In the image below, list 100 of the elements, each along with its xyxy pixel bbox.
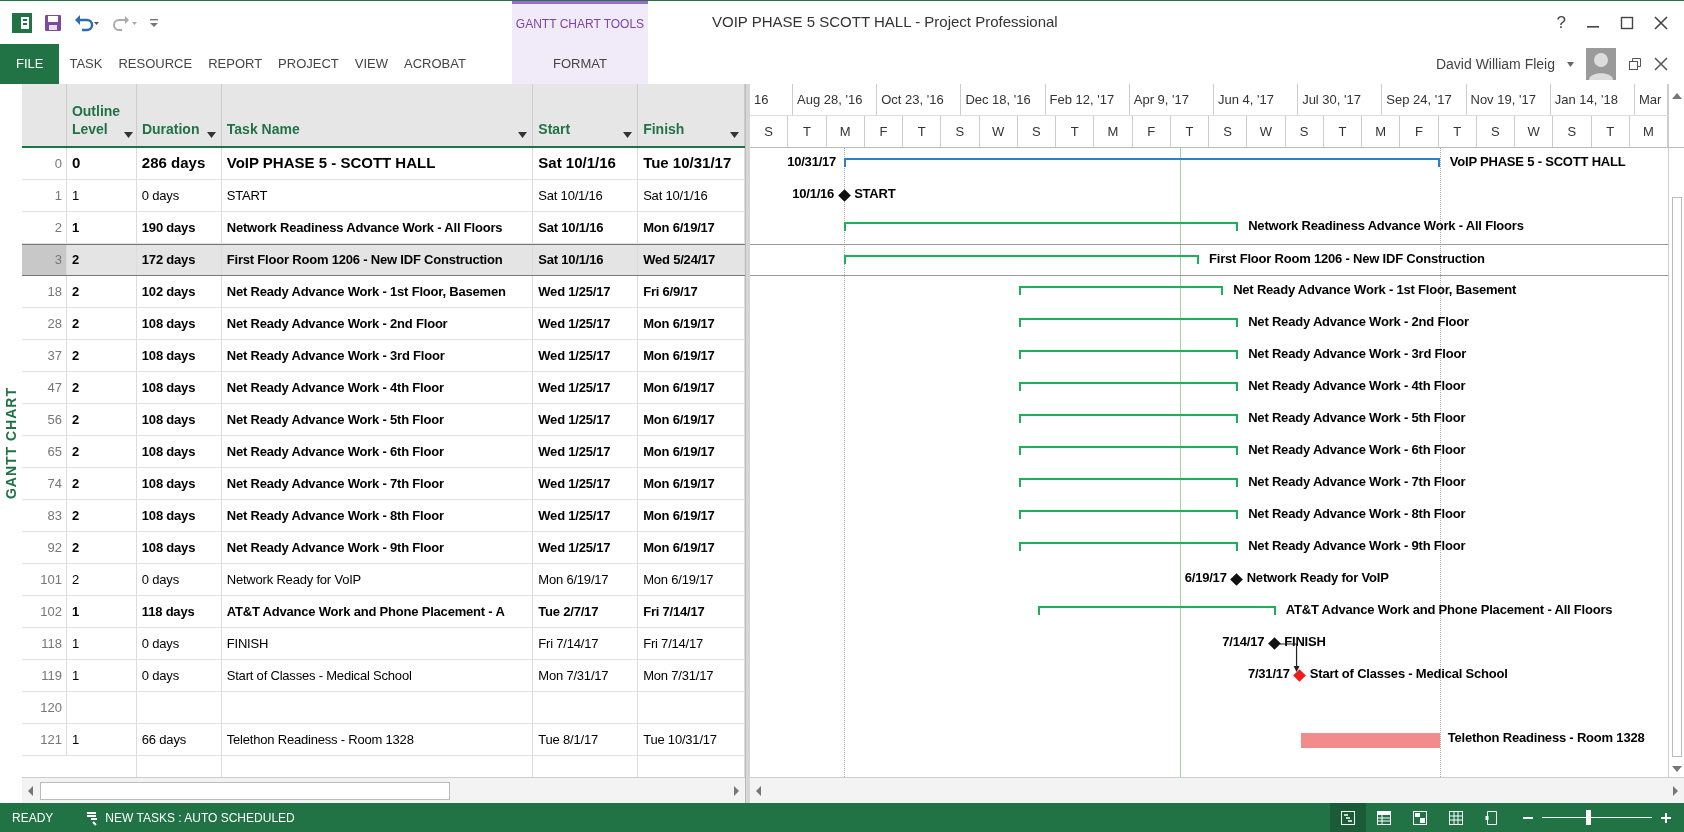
summary-bar[interactable]	[844, 222, 1239, 231]
column-header[interactable]: Start	[533, 84, 639, 146]
scroll-left-icon[interactable]	[26, 784, 36, 797]
task-row[interactable]: 120	[22, 692, 745, 724]
usage-view-icon[interactable]	[1376, 809, 1392, 826]
task-row[interactable]: 28 2 108 days Net Ready Advance Work - 2nd Floor Wed 1/25/17 Mon 6/19/17	[22, 308, 745, 340]
table-cell-text: Wed 1/25/17	[538, 378, 611, 397]
table-cell-text: Fri 6/9/17	[643, 282, 698, 301]
filter-caret-icon[interactable]	[124, 132, 134, 138]
ribbon-tab[interactable]: RESOURCE	[112, 44, 199, 84]
timescale-label: S	[955, 122, 965, 141]
scroll-right-icon[interactable]	[731, 784, 741, 797]
table-cell-text: START	[226, 186, 268, 205]
maximize-icon[interactable]	[1620, 15, 1634, 30]
ribbon-tab[interactable]: VIEW	[348, 44, 394, 84]
task-row[interactable]: 119 1 0 days Start of Classes - Medical School Mon 7/31/17 Mon 7/31/17	[22, 660, 745, 692]
column-header[interactable]: Outline Level	[66, 84, 137, 146]
summary-bar[interactable]	[1018, 414, 1239, 423]
scroll-down-icon[interactable]	[1671, 765, 1682, 773]
view-button[interactable]	[1330, 803, 1366, 832]
table-cell-text: 118 days	[141, 602, 195, 621]
table-cell-text: 1	[71, 730, 79, 749]
filter-caret-icon[interactable]	[623, 132, 633, 138]
summary-bar[interactable]	[1018, 542, 1239, 551]
ribbon-tab[interactable]: REPORT	[202, 44, 269, 84]
table-cell-text: VoIP PHASE 5 - SCOTT HALL	[226, 153, 436, 174]
summary-bar[interactable]	[1018, 478, 1239, 487]
sheet-view-icon[interactable]	[1448, 809, 1464, 826]
summary-bar[interactable]	[1018, 286, 1224, 295]
horizontal-scrollbar-thumb[interactable]	[40, 781, 450, 800]
close-icon[interactable]	[1654, 15, 1668, 30]
summary-bar[interactable]	[1018, 510, 1239, 519]
table-cell-text: Mon 6/19/17	[643, 538, 715, 557]
task-row[interactable]: 37 2 108 days Net Ready Advance Work - 3rd Floor Wed 1/25/17 Mon 6/19/17	[22, 340, 745, 372]
bar-label: Net Ready Advance Work - 5th Floor	[1248, 409, 1466, 427]
summary-bar[interactable]	[844, 255, 1200, 264]
summary-bar[interactable]	[1018, 382, 1239, 391]
column-header[interactable]: Task Name	[221, 84, 534, 146]
task-row[interactable]: 1 1 0 days START Sat 10/1/16 Sat 10/1/16	[22, 180, 745, 212]
help-button[interactable]: ?	[1556, 9, 1566, 36]
zoom-in-icon[interactable]	[1660, 811, 1672, 824]
timescale-label: Jan 14, '18	[1554, 90, 1618, 109]
table-cell-text: Wed 5/24/17	[643, 251, 716, 270]
summary-bar[interactable]	[1018, 446, 1239, 455]
task-row[interactable]: 47 2 108 days Net Ready Advance Work - 4th Floor Wed 1/25/17 Mon 6/19/17	[22, 372, 745, 404]
task-row[interactable]: 121 1 66 days Telethon Readiness - Room 1328 Tue 8/1/17 Tue 10/31/17	[22, 724, 745, 756]
column-header[interactable]: Duration	[136, 84, 222, 146]
save-icon[interactable]	[44, 13, 62, 32]
scroll-left-icon[interactable]	[754, 784, 764, 797]
user-name[interactable]: David William Fleig	[1435, 53, 1555, 75]
scroll-up-icon[interactable]	[1671, 92, 1682, 100]
row-number: 83	[47, 506, 62, 525]
ribbon-tab[interactable]: ACROBAT	[398, 44, 472, 84]
filter-caret-icon[interactable]	[730, 132, 739, 138]
zoom-slider-thumb[interactable]	[1585, 810, 1591, 825]
ribbon-tab[interactable]: PROJECT	[272, 44, 345, 84]
task-row[interactable]: 92 2 108 days Net Ready Advance Work - 9th Floor Wed 1/25/17 Mon 6/19/17	[22, 532, 745, 564]
scroll-right-icon[interactable]	[1670, 784, 1680, 797]
restore-icon[interactable]	[1628, 57, 1642, 71]
task-row[interactable]: 118 1 0 days FINISH Fri 7/14/17 Fri 7/14/17	[22, 628, 745, 660]
task-row[interactable]: 65 2 108 days Net Ready Advance Work - 6th Floor Wed 1/25/17 Mon 6/19/17	[22, 436, 745, 468]
ribbon-tab[interactable]: TASK	[63, 44, 109, 84]
task-row[interactable]: 74 2 108 days Net Ready Advance Work - 7th Floor Wed 1/25/17 Mon 6/19/17	[22, 468, 745, 500]
table-cell-text: 108 days	[141, 474, 196, 493]
task-row[interactable]: 56 2 108 days Net Ready Advance Work - 5th Floor Wed 1/25/17 Mon 6/19/17	[22, 404, 745, 436]
ribbon-tab[interactable]: FORMAT	[512, 44, 648, 84]
bar-label: Network Ready for VoIP	[1246, 569, 1389, 587]
task-row[interactable]: 3 2 172 days First Floor Room 1206 - New IDF Construction Sat 10/1/16 Wed 5/24/17	[22, 244, 745, 276]
table-cell-text: Net Ready Advance Work - 2nd Floor	[226, 314, 448, 333]
timescale-label: T	[1453, 122, 1462, 141]
task-row[interactable]: 101 2 0 days Network Ready for VoIP Mon 6/19/17 Mon 6/19/17	[22, 564, 745, 596]
summary-bar[interactable]	[1038, 606, 1276, 615]
summary-bar[interactable]	[1018, 318, 1239, 327]
task-row[interactable]: 102 1 118 days AT&T Advance Work and Phone Placement - A Tue 2/7/17 Fri 7/14/17	[22, 596, 745, 628]
filter-caret-icon[interactable]	[518, 132, 528, 138]
report-view-icon[interactable]	[1484, 809, 1500, 826]
new-tasks-mode[interactable]: NEW TASKS : AUTO SCHEDULED	[105, 808, 295, 827]
milestone-date-label: 7/14/17	[1222, 633, 1265, 651]
dropdown-caret-icon[interactable]	[1567, 61, 1574, 67]
task-row[interactable]: 83 2 108 days Net Ready Advance Work - 8th Floor Wed 1/25/17 Mon 6/19/17	[22, 500, 745, 532]
task-row[interactable]: 18 2 102 days Net Ready Advance Work - 1st Floor, Basemen Wed 1/25/17 Fri 6/9/17	[22, 276, 745, 308]
ribbon-tab[interactable]: FILE	[0, 44, 60, 84]
customize-caret-icon[interactable]	[150, 17, 158, 28]
task-row[interactable]: 0 0 286 days VoIP PHASE 5 - SCOTT HALL Sat 10/1/16 Tue 10/31/17	[22, 148, 745, 180]
table-cell-text: Net Ready Advance Work - 8th Floor	[226, 506, 444, 525]
summary-bar[interactable]	[1018, 350, 1239, 359]
table-cell-text: 108 days	[141, 346, 196, 365]
close-icon[interactable]	[1654, 57, 1668, 71]
bar-label: VoIP PHASE 5 - SCOTT HALL	[1449, 153, 1626, 171]
table-cell-text: First Floor Room 1206 - New IDF Construction	[226, 251, 503, 270]
summary-bar[interactable]	[844, 158, 1440, 167]
app-icon[interactable]	[12, 12, 32, 33]
planner-view-icon[interactable]	[1412, 809, 1428, 826]
undo-icon[interactable]	[74, 13, 100, 32]
table-cell-text: Network Ready for VoIP	[226, 570, 362, 589]
gantt-view-icon[interactable]	[1340, 809, 1356, 826]
bar-label: Network Readiness Advance Work - All Floors	[1248, 217, 1524, 235]
column-header[interactable]: Finish	[638, 84, 745, 146]
vertical-scrollbar-thumb[interactable]	[1671, 197, 1682, 757]
filter-caret-icon[interactable]	[206, 132, 216, 138]
